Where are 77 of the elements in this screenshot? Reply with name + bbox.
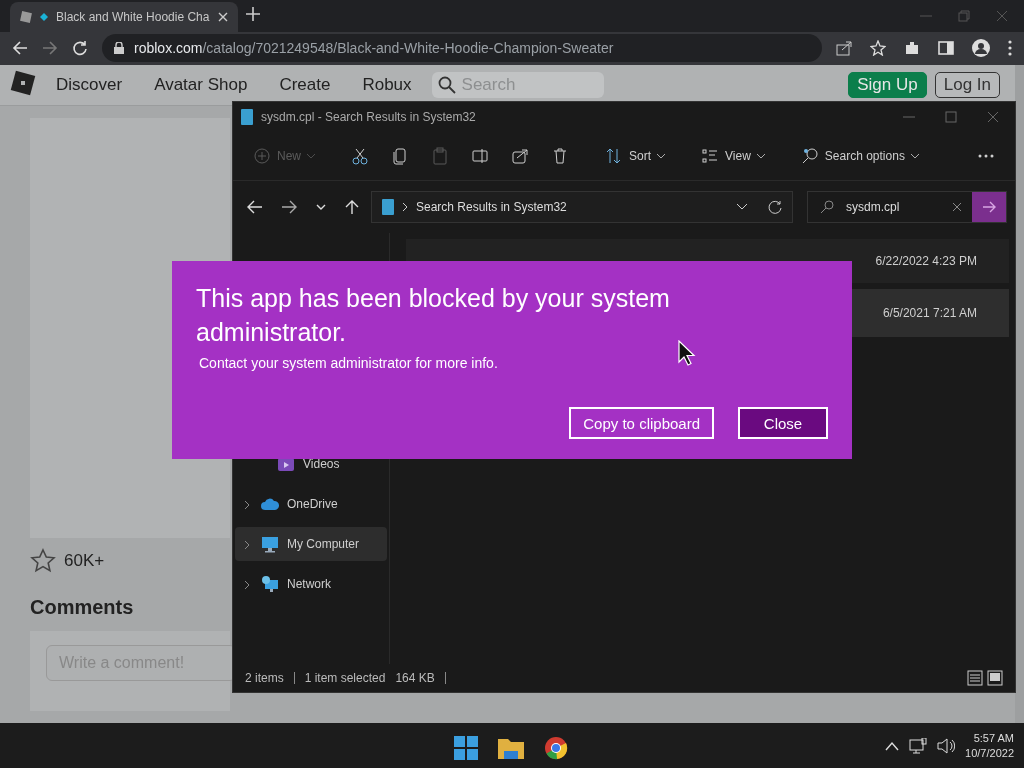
url-text: roblox.com/catalog/7021249548/Black-and-White-Hoodie-Champion-Sweater (134, 40, 614, 57)
file-icon (382, 199, 394, 215)
sort-button[interactable]: Sort (597, 141, 674, 171)
scrollbar[interactable] (1015, 65, 1024, 724)
details-view-icon[interactable] (967, 670, 983, 686)
address-bar[interactable]: roblox.com/catalog/7021249548/Black-and-White-Hoodie-Champion-Sweater (102, 34, 822, 63)
sort-icon (605, 147, 623, 165)
window-title: sysdm.cpl - Search Results in System32 (261, 110, 476, 124)
view-icon (701, 147, 720, 165)
clock[interactable]: 5:57 AM 10/7/2022 (965, 732, 1014, 760)
copy-button[interactable]: Copy to clipboard (569, 407, 714, 439)
sidebar-label: Network (287, 577, 331, 591)
sidebar-label: OneDrive (287, 497, 338, 511)
chevron-right-icon[interactable] (243, 500, 251, 510)
puzzle-icon[interactable] (904, 40, 920, 57)
comments-heading: Comments (30, 596, 135, 620)
sidebar-label: Videos (303, 457, 340, 471)
address-bar[interactable]: Search Results in System32 (371, 191, 793, 223)
close-button[interactable]: Close (738, 407, 828, 439)
clear-icon[interactable] (952, 202, 962, 212)
share-icon[interactable] (836, 40, 852, 57)
file-icon (241, 109, 253, 125)
search-button[interactable]: Search options (792, 141, 927, 171)
chevron-right-icon[interactable] (243, 580, 251, 590)
close-icon[interactable] (987, 111, 999, 123)
selection-size: 164 KB (395, 671, 435, 685)
nav-link[interactable]: Robux (362, 75, 412, 96)
search-icon (437, 76, 456, 95)
sidebar-label: My Computer (287, 537, 360, 551)
profile-icon[interactable] (972, 39, 990, 58)
selection-info: 1 item selected (304, 671, 386, 685)
sidebar-item[interactable]: OneDrive (235, 487, 387, 521)
tiles-view-icon[interactable] (987, 670, 1003, 686)
search-icon (820, 200, 834, 214)
view-button[interactable]: View (693, 141, 773, 171)
new-icon (253, 147, 271, 165)
refresh-icon[interactable] (768, 200, 782, 214)
new-tab-icon[interactable] (246, 6, 260, 21)
dialog-title: This app has been blocked by your system administrator. (196, 283, 671, 348)
caret-icon (756, 153, 765, 159)
sidebar-item[interactable]: My Computer (235, 527, 387, 561)
caret-icon (657, 153, 666, 159)
network-icon (261, 575, 279, 593)
chevron-right-icon[interactable] (243, 540, 251, 550)
nav-link[interactable]: Avatar Shop (154, 75, 248, 96)
search-icon (800, 147, 819, 165)
network-icon[interactable] (909, 737, 928, 754)
breadcrumb-text: Search Results in System32 (416, 200, 567, 214)
search-go-button[interactable] (972, 192, 1006, 222)
side-panel-icon[interactable] (938, 40, 954, 57)
lock-icon (114, 42, 124, 55)
favorite-count: 60K+ (64, 551, 105, 572)
chevron-right-icon (402, 202, 408, 212)
star-icon[interactable] (870, 40, 886, 57)
favorite-star-icon[interactable] (30, 548, 56, 575)
back-icon[interactable] (12, 40, 28, 57)
site-icon (20, 10, 32, 23)
computer-icon (261, 535, 279, 553)
menu-icon[interactable] (1008, 40, 1012, 57)
reload-icon[interactable] (72, 40, 88, 57)
diamond-icon (40, 12, 48, 21)
chevron-up-icon[interactable] (885, 740, 900, 751)
tab-title: Black and White Hoodie Cha (56, 9, 210, 24)
sidebar-item[interactable]: Network (235, 567, 387, 601)
log-in-button[interactable]: Log In (934, 72, 1000, 99)
nav-link[interactable]: Create (279, 75, 331, 96)
sign-up-button[interactable]: Sign Up (848, 72, 927, 99)
nav-link[interactable]: Discover (56, 75, 123, 96)
dialog-message: Contact your system administrator for more info. (198, 355, 499, 371)
volume-icon[interactable] (937, 737, 956, 754)
caret-icon (307, 153, 315, 159)
arrow-right-icon (982, 201, 996, 213)
cursor-icon (678, 340, 696, 366)
caret-icon (910, 153, 919, 159)
chevron-down-icon[interactable] (736, 203, 748, 211)
item-count: 2 items (245, 671, 284, 685)
browser-tab[interactable]: Black and White Hoodie Cha (10, 1, 238, 32)
